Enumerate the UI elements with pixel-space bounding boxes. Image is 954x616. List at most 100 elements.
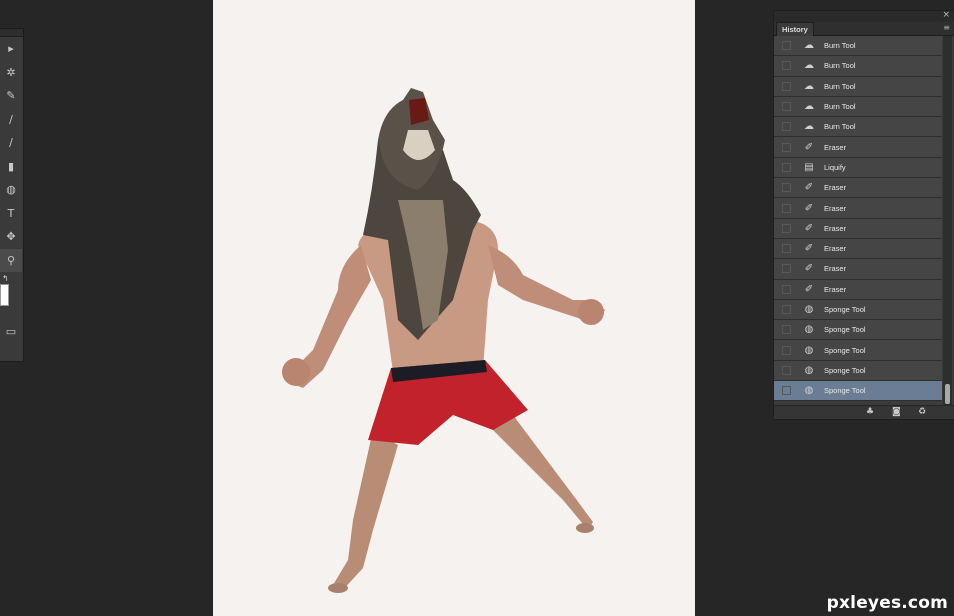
snapshot-source-checkbox[interactable] (782, 203, 791, 213)
history-state-row[interactable]: ✐ Eraser (774, 279, 942, 300)
sponge-icon: ◍ (804, 344, 814, 356)
history-state-row[interactable]: ☁ Burn Tool (774, 117, 942, 138)
move-tool-icon[interactable]: ▸ (0, 37, 22, 61)
snapshot-source-checkbox[interactable] (782, 61, 791, 71)
history-state-row[interactable]: ☁ Burn Tool (774, 96, 942, 118)
snapshot-source-checkbox[interactable] (782, 41, 791, 51)
history-state-row[interactable]: ☁ Burn Tool (774, 56, 942, 77)
sponge-icon: ◍ (804, 324, 814, 336)
foreground-color-swatch[interactable] (0, 284, 9, 306)
history-state-label: Eraser (824, 244, 847, 254)
tool-list: ▸ ✲ ✎ ∕ ∕ ▮ ◍ T ✥ ⚲ (0, 37, 23, 272)
sponge-icon[interactable]: ◍ (0, 178, 22, 202)
history-panel-topbar[interactable]: × (774, 10, 954, 22)
history-tab-row: History ≡ (774, 22, 954, 36)
new-snapshot-icon[interactable]: ◙ (892, 407, 901, 417)
history-state-row[interactable]: ✐ Eraser (774, 178, 942, 199)
eraser-icon: ✐ (804, 263, 814, 275)
history-state-row[interactable]: ✐ Eraser (774, 218, 942, 239)
brush-icon[interactable]: ∕ (0, 108, 22, 132)
new-document-from-state-icon[interactable]: ♣ (866, 407, 874, 417)
history-footer: ♣ ◙ ♻ (774, 405, 954, 419)
history-state-list: ☁ Burn Tool ☁ Burn Tool ☁ Burn Tool ☁ Burn Tool… (774, 36, 942, 408)
history-state-row[interactable]: ✐ Eraser (774, 238, 942, 260)
history-scrollbar-thumb[interactable] (945, 384, 950, 404)
snapshot-source-checkbox[interactable] (782, 264, 791, 274)
right-leg (483, 415, 593, 530)
document-canvas[interactable] (213, 0, 695, 616)
tab-history[interactable]: History (776, 22, 814, 36)
screen-mode-icon[interactable]: ▭ (0, 320, 22, 344)
sponge-icon: ◍ (804, 304, 814, 315)
history-state-row[interactable]: ◍ Sponge Tool (774, 320, 942, 341)
history-panel: × History ≡ ☁ Burn Tool ☁ Burn Tool ☁ Burn To… (773, 10, 954, 420)
snapshot-source-checkbox[interactable] (782, 244, 791, 254)
history-state-label: Burn Tool (824, 81, 856, 91)
history-state-row[interactable]: ✐ Eraser (774, 259, 942, 280)
right-foot (576, 523, 594, 533)
tools-panel: ▸ ✲ ✎ ∕ ∕ ▮ ◍ T ✥ ⚲ ↰ ▭ (0, 28, 24, 362)
snapshot-source-checkbox[interactable] (782, 365, 791, 375)
swap-colors-icon[interactable]: ↰ (2, 274, 9, 283)
magic-wand-icon[interactable]: ✲ (0, 61, 22, 85)
history-state-label: Sponge Tool (824, 345, 866, 355)
zoom-tool-icon[interactable]: ⚲ (0, 248, 22, 272)
sponge-icon: ◍ (804, 385, 814, 397)
snapshot-source-checkbox[interactable] (782, 284, 791, 294)
history-state-row[interactable]: ✐ Eraser (774, 137, 942, 158)
history-state-row[interactable]: ▤ Liquify (774, 157, 942, 179)
history-brush-icon[interactable]: ∕ (0, 131, 22, 155)
history-state-label: Burn Tool (824, 41, 856, 51)
history-state-row[interactable]: ☁ Burn Tool (774, 76, 942, 97)
snapshot-source-checkbox[interactable] (782, 102, 791, 112)
eraser-icon: ✐ (804, 243, 814, 255)
history-state-label: Sponge Tool (824, 325, 866, 335)
history-state-row[interactable]: ☁ Burn Tool (774, 36, 942, 57)
watermark: pxleyes.com (826, 593, 948, 613)
history-scrollbar[interactable] (943, 36, 952, 408)
history-state-label: Eraser (824, 264, 847, 274)
delete-state-icon[interactable]: ♻ (918, 407, 926, 417)
left-foot (328, 583, 348, 593)
snapshot-source-checkbox[interactable] (782, 162, 791, 172)
history-state-label: Sponge Tool (824, 365, 866, 375)
panel-menu-icon[interactable]: ≡ (943, 23, 950, 32)
history-state-label: Sponge Tool (824, 305, 866, 314)
burn-icon: ☁ (804, 101, 814, 113)
burn-icon: ☁ (804, 80, 814, 92)
burn-icon: ☁ (804, 121, 814, 133)
type-tool-icon[interactable]: T (0, 202, 22, 226)
right-fist (578, 299, 604, 325)
tools-panel-grip[interactable] (0, 29, 23, 37)
history-state-row[interactable]: ◍ Sponge Tool (774, 381, 942, 402)
snapshot-source-checkbox[interactable] (782, 122, 791, 132)
history-state-label: Burn Tool (824, 61, 856, 71)
eyedropper-icon[interactable]: ✎ (0, 84, 22, 108)
snapshot-source-checkbox[interactable] (782, 345, 791, 355)
snapshot-source-checkbox[interactable] (782, 223, 791, 233)
snapshot-source-checkbox[interactable] (782, 81, 791, 91)
color-swatches: ↰ (0, 272, 23, 320)
history-state-row[interactable]: ◍ Sponge Tool (774, 340, 942, 361)
snapshot-source-checkbox[interactable] (782, 142, 791, 152)
close-panel-icon[interactable]: × (942, 10, 950, 20)
history-state-label: Eraser (824, 223, 847, 233)
history-state-row[interactable]: ◍ Sponge Tool (774, 360, 942, 382)
snapshot-source-checkbox[interactable] (782, 386, 791, 396)
history-state-row[interactable]: ◍ Sponge Tool (774, 299, 942, 321)
history-state-label: Eraser (824, 183, 847, 193)
snapshot-source-checkbox[interactable] (782, 325, 791, 335)
history-state-label: Burn Tool (824, 122, 856, 132)
snapshot-source-checkbox[interactable] (782, 183, 791, 193)
burn-icon: ☁ (804, 60, 814, 72)
custom-shape-icon[interactable]: ✥ (0, 225, 22, 249)
left-leg (333, 430, 398, 592)
sponge-icon: ◍ (804, 364, 814, 376)
werewolf-man-artwork (282, 88, 605, 593)
liquify-icon: ▤ (804, 161, 814, 173)
gradient-icon[interactable]: ▮ (0, 155, 22, 179)
history-state-label: Eraser (824, 284, 847, 294)
history-state-row[interactable]: ✐ Eraser (774, 198, 942, 219)
eraser-icon: ✐ (804, 222, 814, 234)
snapshot-source-checkbox[interactable] (782, 305, 791, 314)
